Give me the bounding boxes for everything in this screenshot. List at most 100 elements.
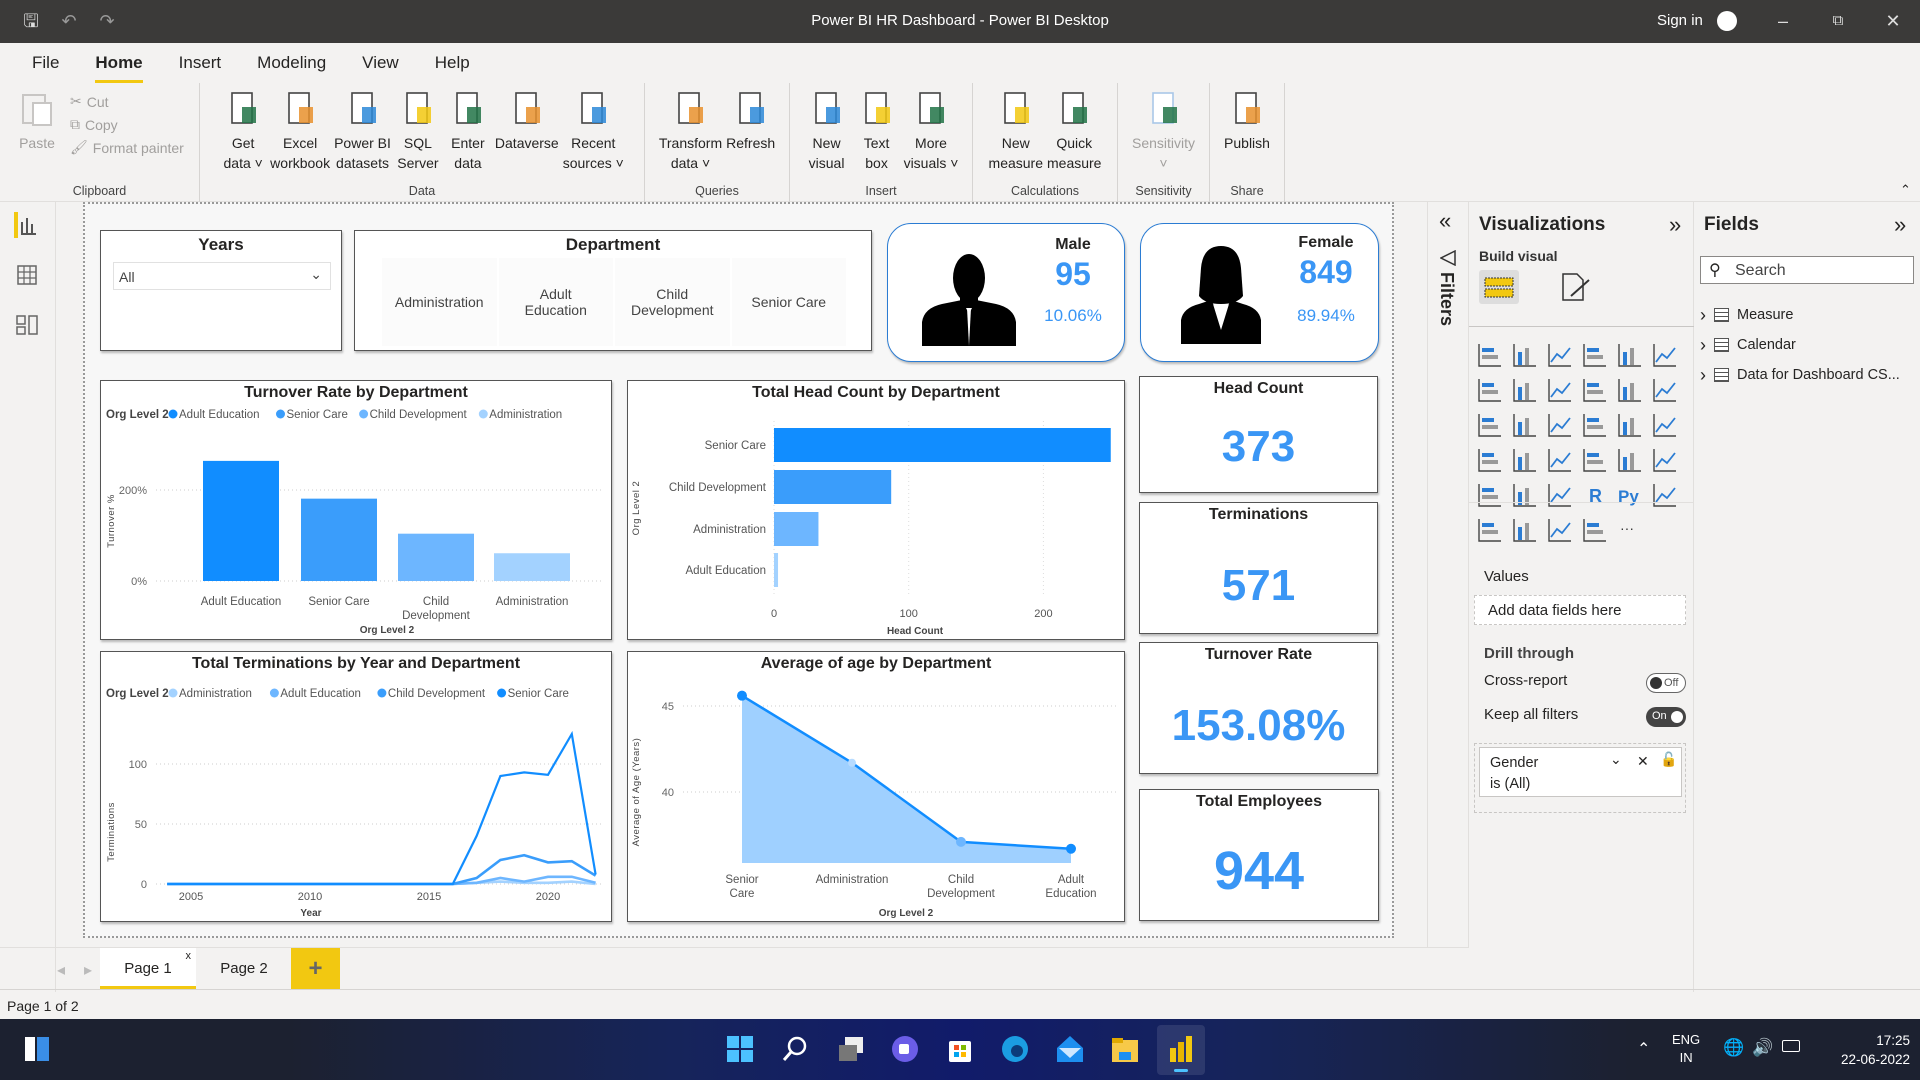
- gender-filter-card[interactable]: Gender is (All) ⌄ ✕ 🔓: [1479, 747, 1682, 797]
- paginated-report-icon[interactable]: [1582, 517, 1608, 543]
- menu-tab-help[interactable]: Help: [417, 43, 488, 83]
- clustered-bar-icon[interactable]: [1547, 342, 1573, 368]
- waterfall-icon[interactable]: [1477, 412, 1503, 438]
- report-view-icon[interactable]: [14, 212, 40, 238]
- multi-row-card-icon[interactable]: [1617, 447, 1643, 473]
- key-influencers-icon[interactable]: [1652, 482, 1678, 508]
- kpi-icon[interactable]: [1652, 447, 1678, 473]
- language-indicator[interactable]: ENG IN: [1672, 1031, 1700, 1067]
- 100-stacked-column-icon[interactable]: [1652, 342, 1678, 368]
- close-page-icon[interactable]: x: [186, 950, 192, 962]
- format-painter-button[interactable]: 🖌 Format painter: [70, 139, 184, 156]
- show-hidden-icons[interactable]: ⌃: [1637, 1039, 1650, 1059]
- add-page-button[interactable]: +: [291, 948, 340, 990]
- line-chart-icon[interactable]: [1477, 377, 1503, 403]
- head-count-chart[interactable]: Total Head Count by Department 0 100 200 Sen…: [627, 380, 1125, 640]
- field-table-data-for-dashboard-cs[interactable]: › Data for Dashboard CS...: [1700, 360, 1914, 390]
- widgets-icon[interactable]: [22, 1034, 52, 1064]
- collapse-visualizations-icon[interactable]: »: [1669, 212, 1681, 238]
- minimize-icon[interactable]: –: [1772, 10, 1794, 32]
- teams-chat-icon[interactable]: [890, 1034, 920, 1064]
- scatter-icon[interactable]: [1547, 412, 1573, 438]
- keep-all-filters-toggle[interactable]: On: [1646, 707, 1686, 727]
- edge-icon[interactable]: [1000, 1034, 1030, 1064]
- task-view-icon[interactable]: [836, 1034, 866, 1064]
- years-dropdown[interactable]: All ⌄: [113, 262, 331, 290]
- sign-in-link[interactable]: Sign in: [1657, 12, 1703, 29]
- lock-icon[interactable]: 🔓: [1660, 751, 1677, 768]
- turnover-rate-chart[interactable]: Turnover Rate by Department Org Level 2 Ad…: [100, 380, 612, 640]
- terminations-chart[interactable]: Total Terminations by Year and Departmen…: [100, 651, 612, 922]
- values-drop-zone[interactable]: Add data fields here: [1474, 595, 1686, 625]
- line-clustered-column-icon[interactable]: [1617, 377, 1643, 403]
- filled-map-icon[interactable]: [1512, 447, 1538, 473]
- smart-narrative-icon[interactable]: [1547, 517, 1573, 543]
- scroll-right-icon[interactable]: ▸: [84, 960, 92, 980]
- clock[interactable]: 17:25 22-06-2022: [1810, 1031, 1910, 1069]
- donut-icon[interactable]: [1617, 412, 1643, 438]
- start-icon[interactable]: [725, 1034, 755, 1064]
- copy-button[interactable]: ⧉ Copy: [70, 116, 184, 133]
- network-icon[interactable]: 🌐: [1723, 1038, 1744, 1058]
- battery-icon[interactable]: [1782, 1040, 1800, 1052]
- treemap-icon[interactable]: [1652, 412, 1678, 438]
- menu-tab-home[interactable]: Home: [77, 43, 160, 83]
- funnel-icon[interactable]: [1512, 412, 1538, 438]
- search-icon[interactable]: [780, 1034, 810, 1064]
- clear-filter-icon[interactable]: ✕: [1637, 753, 1649, 770]
- format-visual-icon[interactable]: [1561, 272, 1593, 302]
- more-icon[interactable]: ···: [1617, 517, 1643, 543]
- cross-report-toggle[interactable]: Off: [1646, 673, 1686, 693]
- close-icon[interactable]: ✕: [1882, 10, 1904, 32]
- decomposition-tree-icon[interactable]: [1477, 517, 1503, 543]
- matrix-icon[interactable]: [1547, 482, 1573, 508]
- card-icon[interactable]: [1582, 447, 1608, 473]
- line-column-icon[interactable]: [1582, 377, 1608, 403]
- expand-filters-icon[interactable]: «: [1439, 208, 1451, 234]
- field-table-measure[interactable]: › Measure: [1700, 300, 1914, 330]
- build-visual-tab[interactable]: [1479, 270, 1519, 304]
- pie-icon[interactable]: [1582, 412, 1608, 438]
- page-tab-2[interactable]: Page 2: [196, 948, 292, 990]
- menu-tab-insert[interactable]: Insert: [161, 43, 240, 83]
- department-item-adult-education[interactable]: Adult Education: [498, 258, 613, 346]
- area-chart-icon[interactable]: [1512, 377, 1538, 403]
- volume-icon[interactable]: 🔊: [1752, 1038, 1773, 1058]
- store-icon[interactable]: [945, 1034, 975, 1064]
- mail-icon[interactable]: [1055, 1034, 1085, 1064]
- ribbon-chart-icon[interactable]: [1652, 377, 1678, 403]
- data-view-icon[interactable]: [14, 262, 40, 288]
- page-tab-1[interactable]: Page 1 x: [100, 948, 196, 990]
- file-explorer-icon[interactable]: [1110, 1034, 1140, 1064]
- gauge-icon[interactable]: [1547, 447, 1573, 473]
- department-item-child-development[interactable]: Child Development: [615, 258, 730, 346]
- collapse-fields-icon[interactable]: »: [1894, 212, 1906, 238]
- collapse-ribbon-icon[interactable]: ⌃: [1900, 182, 1911, 198]
- 100-stacked-bar-icon[interactable]: [1617, 342, 1643, 368]
- menu-tab-view[interactable]: View: [344, 43, 417, 83]
- field-table-calendar[interactable]: › Calendar: [1700, 330, 1914, 360]
- r-visual-icon[interactable]: R: [1582, 482, 1608, 508]
- qa-icon[interactable]: [1512, 517, 1538, 543]
- menu-tab-modeling[interactable]: Modeling: [239, 43, 344, 83]
- stacked-area-icon[interactable]: [1547, 377, 1573, 403]
- model-view-icon[interactable]: [14, 312, 40, 338]
- stacked-column-icon[interactable]: [1512, 342, 1538, 368]
- age-chart[interactable]: Average of age by Department 40 45 Senior C…: [627, 651, 1125, 922]
- stacked-bar-icon[interactable]: [1477, 342, 1503, 368]
- cut-button[interactable]: ✂ Cut: [70, 93, 184, 110]
- restore-icon[interactable]: ⧉: [1827, 10, 1849, 32]
- department-item-administration[interactable]: Administration: [382, 258, 497, 346]
- filters-pane-collapsed[interactable]: « Filters: [1427, 202, 1469, 947]
- chevron-down-icon[interactable]: ⌄: [1610, 751, 1622, 768]
- scroll-left-icon[interactable]: ◂: [57, 960, 65, 980]
- department-item-senior-care[interactable]: Senior Care: [731, 258, 846, 346]
- clustered-column-icon[interactable]: [1582, 342, 1608, 368]
- slicer-icon[interactable]: [1477, 482, 1503, 508]
- table-icon[interactable]: [1512, 482, 1538, 508]
- fields-search-input[interactable]: ⚲ Search: [1700, 256, 1914, 284]
- powerbi-taskbar-button[interactable]: [1157, 1025, 1205, 1075]
- menu-tab-file[interactable]: File: [14, 43, 77, 83]
- avatar[interactable]: [1717, 11, 1737, 31]
- map-icon[interactable]: [1477, 447, 1503, 473]
